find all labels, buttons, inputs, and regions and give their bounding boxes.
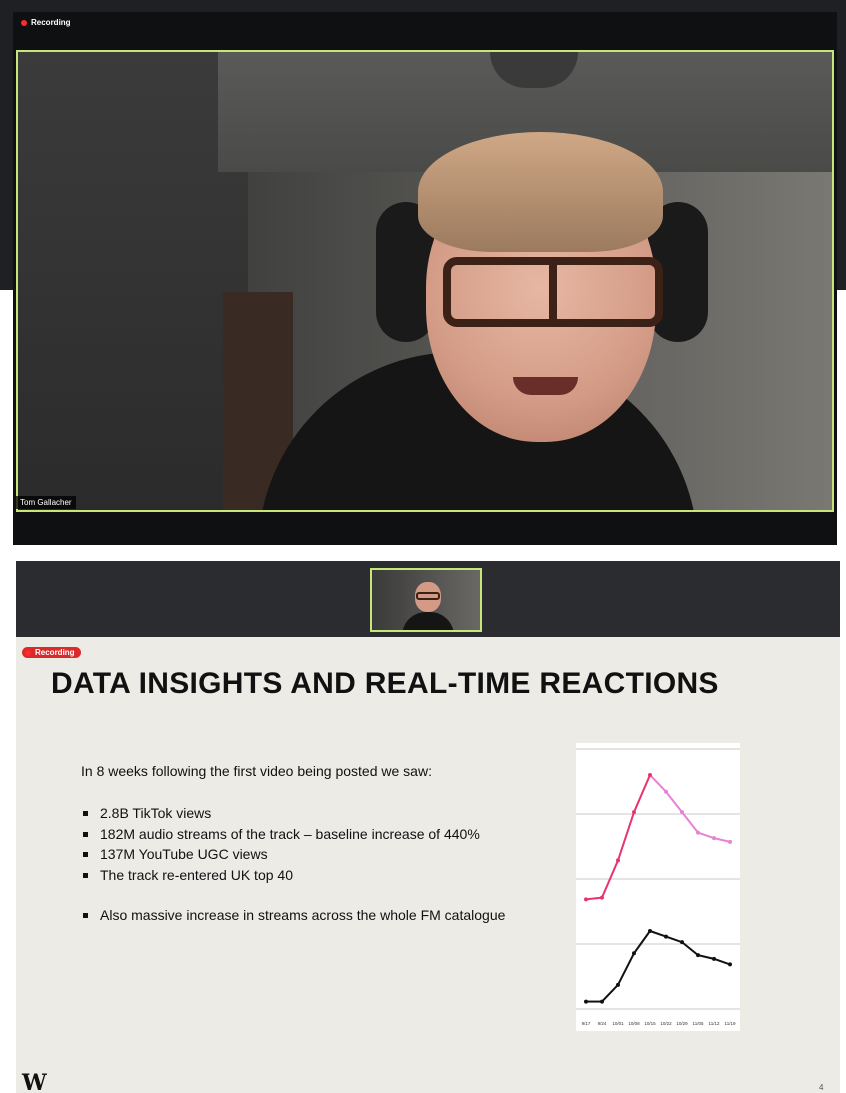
recording-indicator: Recording xyxy=(21,18,71,27)
speaker-thumbnail[interactable] xyxy=(370,568,482,632)
chart-series-1-point xyxy=(728,962,732,967)
chart-series-1-segment xyxy=(649,930,667,938)
chart-x-tick-label: 9/24 xyxy=(598,1021,607,1026)
slide-extra-bullet-list: Also massive increase in streams across … xyxy=(83,905,563,926)
speaker-glasses xyxy=(443,257,663,327)
screen-share-window: Recording DATA INSIGHTS AND REAL-TIME RE… xyxy=(16,561,840,1093)
speaker-mouth xyxy=(513,377,578,395)
chart-x-tick-label: 10/08 xyxy=(628,1021,640,1026)
chart-series-1-point xyxy=(648,929,652,933)
recording-label: Recording xyxy=(31,18,71,27)
chart-series-1-segment xyxy=(633,930,651,954)
slide-page-number: 4 xyxy=(819,1083,824,1092)
chart-series-1-point xyxy=(600,999,604,1004)
chart-series-0-point xyxy=(712,836,716,841)
chart-series-0-point xyxy=(600,895,604,900)
chart-series-0-point xyxy=(696,830,700,835)
slide-intro: In 8 weeks following the first video bei… xyxy=(81,763,432,779)
chart-series-1-segment xyxy=(665,935,683,944)
chart-x-tick-label: 9/17 xyxy=(582,1021,591,1026)
wall xyxy=(18,52,248,510)
bullet-item: 137M YouTube UGC views xyxy=(83,844,563,865)
chart-series-0-point xyxy=(584,897,588,902)
slide-recording-indicator: Recording xyxy=(22,647,81,658)
warner-logo: W xyxy=(22,1070,47,1093)
chart-series-0-point xyxy=(728,839,732,844)
chart-series-1-point xyxy=(632,951,636,956)
thumbnail-glasses xyxy=(416,592,440,600)
chart-series-0-segment xyxy=(665,791,683,813)
chart-series-1-segment xyxy=(713,957,731,966)
thumbnail-shoulders xyxy=(402,612,454,630)
chart-x-tick-label: 10/15 xyxy=(644,1021,656,1026)
bullet-item: The track re-entered UK top 40 xyxy=(83,865,563,886)
speaker-name-label: Tom Gallacher xyxy=(16,496,76,509)
chart-series-0-point xyxy=(648,773,652,777)
chart-series-0-segment xyxy=(633,774,651,813)
chart-series-0-point xyxy=(616,858,620,863)
chart-x-tick-label: 11/19 xyxy=(725,1021,736,1026)
thumbnail-bar xyxy=(16,561,840,637)
chart-x-tick-label: 11/05 xyxy=(693,1021,704,1026)
chart-x-tick-label: 11/12 xyxy=(709,1021,720,1026)
chart-series-0-segment xyxy=(585,896,603,901)
chart-x-tick-label: 10/29 xyxy=(676,1021,688,1026)
chart-x-tick-label: 10/22 xyxy=(660,1021,672,1026)
chart-series-0-point xyxy=(632,810,636,815)
bullet-item: 182M audio streams of the track – baseli… xyxy=(83,824,563,845)
recording-label: Recording xyxy=(35,648,75,657)
shared-slide: Recording DATA INSIGHTS AND REAL-TIME RE… xyxy=(16,637,840,1093)
chart-series-0-segment xyxy=(681,811,699,834)
chart-series-1-segment xyxy=(617,952,635,986)
slide-title: DATA INSIGHTS AND REAL-TIME REACTIONS xyxy=(51,667,719,700)
chart-series-1-segment xyxy=(697,954,715,960)
streams-chart: 9/17 9/24 10/01 10/08 10/15 10/22 10/29 11/05 11… xyxy=(576,743,740,1031)
bullet-item: 2.8B TikTok views xyxy=(83,803,563,824)
chart-series-1-point xyxy=(664,934,668,939)
chart-series-0-point xyxy=(680,810,684,815)
chart-x-tick-label: 10/01 xyxy=(612,1021,624,1026)
slide-bullet-list: 2.8B TikTok views 182M audio streams of … xyxy=(83,803,563,885)
bullet-item: Also massive increase in streams across … xyxy=(83,905,563,926)
chart-series-0-segment xyxy=(649,774,667,793)
chart-series-1-point xyxy=(696,953,700,958)
speaker-video[interactable] xyxy=(16,50,834,512)
chart-series-0-segment xyxy=(713,837,731,843)
chart-series-1-segment xyxy=(601,984,619,1003)
chart-series-0-segment xyxy=(697,831,715,840)
chart-series-0-segment xyxy=(617,811,635,861)
chart-series-1-point xyxy=(584,999,588,1004)
recording-dot-icon xyxy=(21,19,27,26)
recording-dot-icon xyxy=(25,649,31,656)
speaker-hair xyxy=(418,132,663,252)
chart-series-1-point xyxy=(680,940,684,945)
chart-series-1-point xyxy=(712,956,716,961)
chart-series-0-point xyxy=(664,789,668,794)
streams-chart-svg: 9/17 9/24 10/01 10/08 10/15 10/22 10/29 11/05 11… xyxy=(576,748,740,1026)
chart-series-1-point xyxy=(616,982,620,987)
